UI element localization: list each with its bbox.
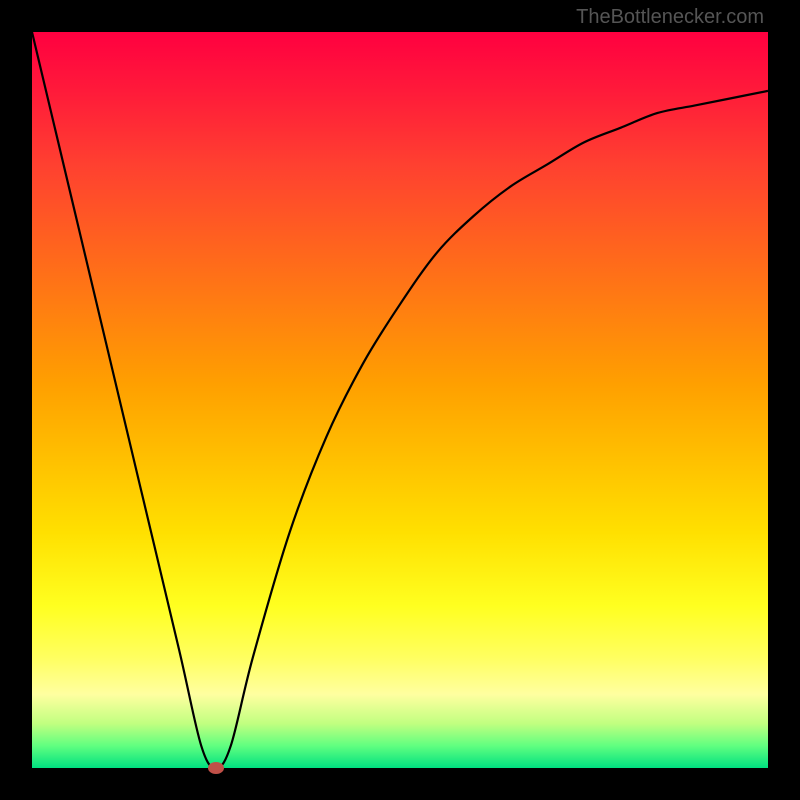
optimal-point-marker [208,762,224,774]
attribution-text: TheBottlenecker.com [576,6,764,29]
chart-plot-area [32,32,768,768]
bottleneck-curve [32,32,768,768]
bottleneck-curve-svg [32,32,768,768]
